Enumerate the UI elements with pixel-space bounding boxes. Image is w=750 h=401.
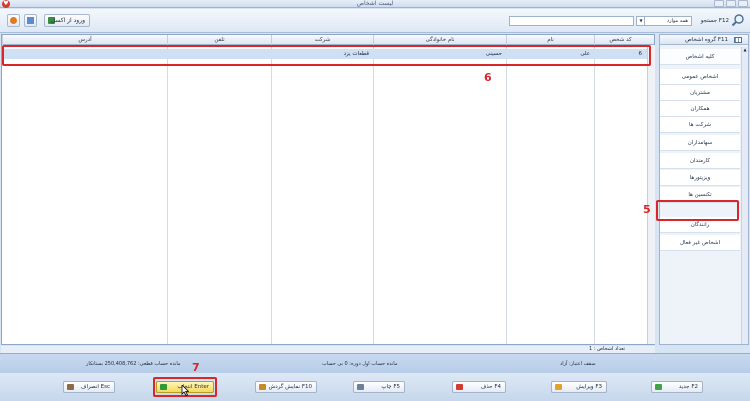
count-bar: تعداد اشخاص : 1 [1,346,655,353]
column-code[interactable]: کد شخص [594,35,646,45]
settings-button[interactable] [24,14,37,27]
column-company[interactable]: شرکت [271,35,373,45]
exit-icon [67,384,74,390]
refresh-button[interactable] [7,14,20,27]
group-inactive[interactable]: اشخاص غیر فعال [660,235,740,251]
settings-icon [27,17,34,24]
sidebar-scrollbar[interactable]: ▲ [741,47,748,344]
window-title: لیست اشخاص [356,0,394,7]
edit-label: ویرایش F3 [576,384,602,390]
credit-limit: سقف اعتبار: آزاد [560,361,596,367]
delete-icon [456,384,463,390]
new-label: جدید F2 [678,384,698,390]
search-icon[interactable] [731,13,745,27]
column-divider [506,45,507,344]
turnover-button[interactable]: نمایش گردش F10 [255,381,317,393]
group-customers[interactable]: مشتریان [660,85,740,101]
search-label: جستجو F12 [700,18,729,24]
title-bar: ♥ لیست اشخاص [0,0,750,8]
new-button[interactable]: جدید F2 [651,381,703,393]
row-highlight-box [2,45,651,66]
pencil-icon [555,384,562,390]
column-divider [594,45,595,344]
window-controls [714,0,748,8]
print-button[interactable]: چاپ F5 [353,381,405,393]
callout-5: 5 [643,203,651,216]
cancel-button[interactable]: انصراف Esc [63,381,115,393]
column-divider [167,45,168,344]
import-excel-button[interactable]: ورود از اکسل [44,14,90,27]
sidebar-header: گروه اشخاص F11 [660,35,748,45]
group-shareholders[interactable]: سهامداران [660,135,740,151]
column-divider [373,45,374,344]
group-employees[interactable]: کارمندان [660,153,740,169]
refresh-icon [10,17,17,24]
delete-label: حذف F4 [480,384,501,390]
callout-7: 7 [192,361,200,374]
report-icon [259,384,266,390]
info-bar: سقف اعتبار: آزاد مانده حساب اول دوره: 0 … [0,353,750,373]
chevron-up-icon[interactable]: ▲ [742,47,748,53]
search-scope-value: همه موارد [666,18,688,24]
grid-header: آدرس تلفن شرکت نام خانوادگی نام کد شخص [2,35,654,45]
minimize-button[interactable] [714,0,724,7]
plus-icon [655,384,662,390]
group-companies[interactable]: شرکت ها [660,117,740,133]
group-visitors[interactable]: ویزیتورها [660,170,740,186]
mouse-pointer-icon [181,385,189,396]
chevron-down-icon: ▼ [638,17,645,25]
action-bar: جدید F2 ویرایش F3 حذف F4 چاپ F5 نمایش گر… [0,373,750,401]
groups-sidebar: گروه اشخاص F11 کلیه اشخاص اشخاص عمومی مش… [659,34,749,345]
maximize-button[interactable] [726,0,736,7]
sidebar-title: گروه اشخاص F11 [685,37,728,43]
import-excel-label: ورود از اکسل [50,17,85,24]
search-input[interactable] [509,16,634,26]
edit-button[interactable]: ویرایش F3 [551,381,607,393]
column-first-name[interactable]: نام [506,35,594,45]
opening-balance: مانده حساب اول دوره: 0 بی حساب [322,361,398,367]
persons-grid: آدرس تلفن شرکت نام خانوادگی نام کد شخص ق… [1,34,655,345]
column-last-name[interactable]: نام خانوادگی [373,35,506,45]
column-divider [271,45,272,344]
column-address[interactable]: آدرس [2,35,167,45]
delete-button[interactable]: حذف F4 [452,381,506,393]
printer-icon [357,384,364,390]
search-scope-select[interactable]: ▼ همه موارد [636,16,692,26]
group-colleagues[interactable]: همکاران [660,101,740,117]
print-label: چاپ F5 [381,384,400,390]
person-count: تعداد اشخاص : 1 [588,346,625,352]
grid-scrollbar[interactable] [647,45,655,344]
turnover-label: نمایش گردش F10 [268,384,312,390]
app-icon: ♥ [2,0,10,8]
drivers-highlight-box [656,200,739,221]
group-general[interactable]: اشخاص عمومی [660,69,740,85]
cancel-label: انصراف Esc [80,384,110,390]
close-button[interactable] [738,0,748,7]
callout-6: 6 [484,71,492,84]
group-all[interactable]: کلیه اشخاص [660,49,740,65]
column-phone[interactable]: تلفن [167,35,271,45]
table-icon [734,37,742,43]
final-balance: مانده حساب قطعی: 250,408,762 بستانکار [86,361,181,367]
